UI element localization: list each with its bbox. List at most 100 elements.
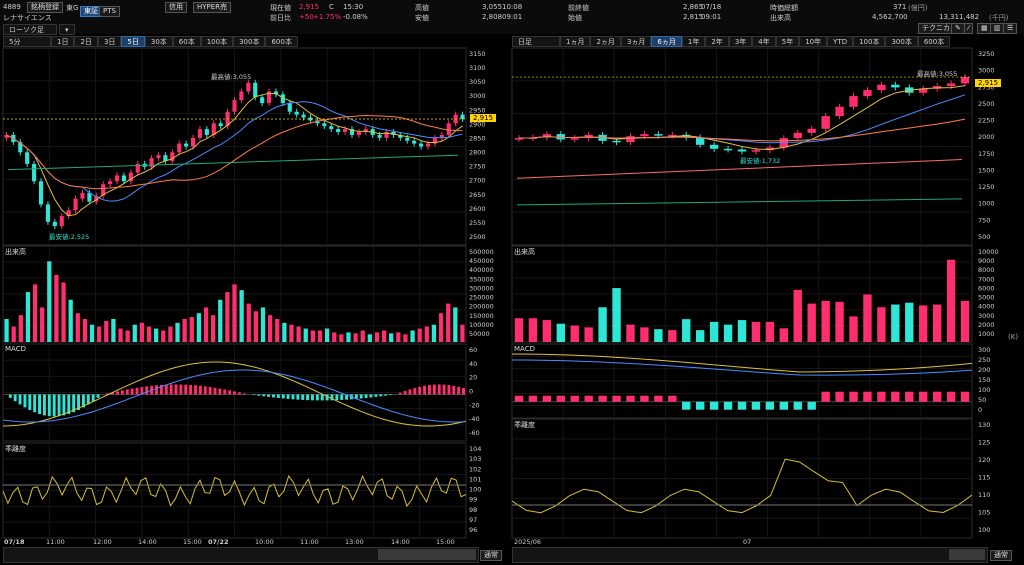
scroll-thumb[interactable] xyxy=(949,549,985,560)
right-candle xyxy=(640,134,649,137)
left-macd-bar xyxy=(208,387,212,395)
tab-2d[interactable]: 2日 xyxy=(74,36,98,47)
chart-type-select[interactable]: ローソク足 xyxy=(3,24,57,35)
tab-ytd[interactable]: YTD xyxy=(827,36,854,47)
left-macd-tick: 60 xyxy=(469,346,477,354)
left-volume-bar xyxy=(232,284,237,342)
left-scroll-mode-select[interactable]: 通常 xyxy=(480,550,502,561)
left-candle xyxy=(446,123,451,135)
left-volume-bar xyxy=(168,326,173,342)
tab-r600[interactable]: 600本 xyxy=(917,36,951,47)
right-volume-unit: (K) xyxy=(1008,333,1019,341)
left-volume-bar xyxy=(267,315,273,342)
right-chart-type-select[interactable]: 日足 xyxy=(512,36,560,47)
tab-100[interactable]: 100本 xyxy=(200,36,234,47)
tab-3y[interactable]: 3年 xyxy=(728,36,753,47)
left-candle xyxy=(322,123,327,127)
tab-2y[interactable]: 2年 xyxy=(705,36,729,47)
right-macd-bar xyxy=(668,395,677,402)
left-volume-bar xyxy=(4,318,9,342)
tab-300[interactable]: 300本 xyxy=(233,36,266,47)
left-volume-bar xyxy=(111,318,116,342)
left-chart-type-select[interactable]: ローソク足 ▾ xyxy=(3,24,75,35)
tab-60[interactable]: 60本 xyxy=(172,36,201,47)
left-volume-bar xyxy=(246,303,251,342)
register-button[interactable]: 銘柄登録 xyxy=(27,2,63,13)
time-label: 14:00 xyxy=(391,538,410,546)
left-macd-tick: -60 xyxy=(469,429,480,437)
right-macd-bar xyxy=(570,395,579,402)
chevron-down-icon[interactable]: ▾ xyxy=(59,24,75,35)
right-volume-title: 出来高 xyxy=(514,248,535,256)
right-macd-bar xyxy=(849,391,858,402)
right-macd-bar xyxy=(793,401,802,410)
tab-30[interactable]: 30本 xyxy=(144,36,173,47)
right-volume-bar xyxy=(932,304,942,342)
left-volume-tick: 150000 xyxy=(469,312,494,320)
left-scrollbar[interactable] xyxy=(3,547,479,563)
left-candle xyxy=(218,123,223,127)
tab-1y[interactable]: 1年 xyxy=(681,36,706,47)
left-volume-bar xyxy=(175,322,180,342)
tab-4y[interactable]: 4年 xyxy=(752,36,776,47)
left-volume-bar xyxy=(18,315,23,342)
right-macd-tick: 0 xyxy=(978,406,982,414)
tab-2m[interactable]: 2ヵ月 xyxy=(590,36,621,47)
hyper-button[interactable]: HYPER売 xyxy=(193,2,232,13)
left-macd-bar xyxy=(257,394,261,396)
left-volume-bar xyxy=(54,274,59,342)
right-volume-bar xyxy=(612,288,621,342)
draw-icon[interactable]: ⁄ xyxy=(964,23,974,34)
low-label: 安値 xyxy=(415,14,429,22)
left-candle xyxy=(329,126,334,130)
tab-10y[interactable]: 10年 xyxy=(799,36,828,47)
tab-1d[interactable]: 1日 xyxy=(51,36,75,47)
right-volume-bar xyxy=(682,319,691,342)
left-volume-bar xyxy=(431,324,437,342)
tab-3d[interactable]: 3日 xyxy=(97,36,122,47)
time-label: 14:00 xyxy=(138,538,157,546)
tab-6m[interactable]: 6ヵ月 xyxy=(651,36,682,47)
left-volume-bar xyxy=(346,332,351,342)
left-macd-bar xyxy=(291,394,295,400)
left-volume-bar xyxy=(438,313,444,342)
left-macd-bar xyxy=(194,385,197,395)
left-dev-tick: 103 xyxy=(469,455,481,463)
right-price-tick: 2500 xyxy=(978,100,995,108)
pen-icon[interactable]: ✎ xyxy=(951,23,965,34)
left-volume-bar xyxy=(417,328,422,342)
right-macd-tick: 50 xyxy=(978,396,986,404)
tab-1m[interactable]: 1ヵ月 xyxy=(560,36,591,47)
left-macd-bar xyxy=(42,394,46,416)
tab-r100[interactable]: 100本 xyxy=(853,36,886,47)
list-icon[interactable]: ☰ xyxy=(1003,23,1018,34)
low-value: 2,808 xyxy=(482,13,503,21)
tab-pts[interactable]: PTS xyxy=(99,6,120,17)
right-scroll-mode-select[interactable]: 通常 xyxy=(990,550,1012,561)
left-macd-bar xyxy=(281,394,285,399)
market-cap-value: 371 xyxy=(893,3,907,11)
left-macd-bar xyxy=(203,386,207,395)
tab-5d[interactable]: 5日 xyxy=(121,36,145,47)
right-price-tick: 3000 xyxy=(978,67,995,75)
credit-button[interactable]: 信用 xyxy=(165,2,187,13)
tab-5y[interactable]: 5年 xyxy=(775,36,800,47)
right-volume-bar xyxy=(821,300,830,342)
left-dev-tick: 98 xyxy=(469,506,477,514)
left-volume-bar xyxy=(389,333,394,342)
period-select[interactable]: 5分 xyxy=(3,36,51,47)
prev-close-date: 07/18 xyxy=(701,3,722,11)
left-candle xyxy=(342,129,348,133)
left-price-tick: 2550 xyxy=(469,219,486,227)
left-volume-bar xyxy=(182,318,187,342)
left-volume-bar xyxy=(289,324,294,342)
left-volume-bar xyxy=(104,320,109,342)
right-scrollbar[interactable] xyxy=(512,547,988,563)
tab-r300[interactable]: 300本 xyxy=(885,36,918,47)
scroll-thumb[interactable] xyxy=(378,549,476,560)
right-price-tick: 1000 xyxy=(978,200,995,208)
tab-3m[interactable]: 3ヵ月 xyxy=(620,36,652,47)
tab-600[interactable]: 600本 xyxy=(265,36,298,47)
right-volume-bar xyxy=(528,318,538,342)
right-candle xyxy=(821,116,830,129)
